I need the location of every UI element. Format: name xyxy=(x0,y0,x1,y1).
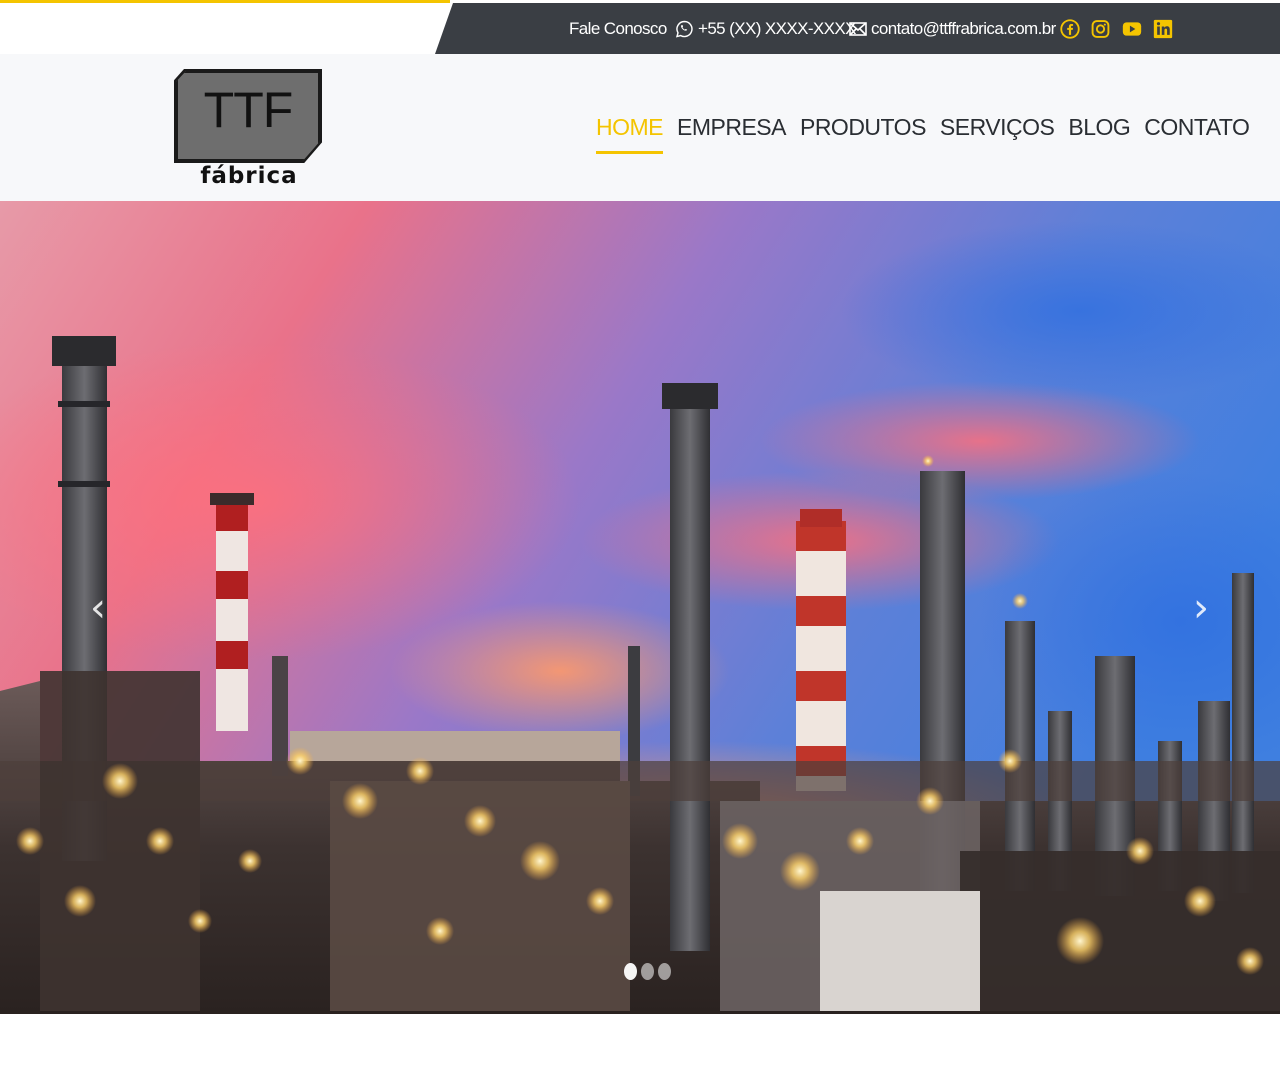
slider-prev-button[interactable]: ‹ xyxy=(83,585,113,631)
slider-indicators xyxy=(624,963,671,980)
slider-next-button[interactable]: › xyxy=(1186,585,1216,631)
youtube-icon[interactable] xyxy=(1121,17,1142,41)
fale-conosco-link[interactable]: Fale Conosco xyxy=(569,3,667,54)
nav-item-servicos[interactable]: SERVIÇOS xyxy=(940,54,1055,201)
linkedin-icon[interactable] xyxy=(1152,17,1173,41)
email-link[interactable]: contato@ttffrabrica.com.br xyxy=(849,3,1056,54)
nav-item-empresa[interactable]: EMPRESA xyxy=(677,54,786,201)
email-address: contato@ttffrabrica.com.br xyxy=(871,18,1056,38)
envelope-icon xyxy=(849,21,867,36)
slider-dot-2[interactable] xyxy=(641,963,654,980)
facebook-icon[interactable] xyxy=(1059,17,1080,41)
nav-item-blog[interactable]: BLOG xyxy=(1068,54,1130,201)
fale-conosco-label: Fale Conosco xyxy=(569,18,667,38)
main-nav: HOME EMPRESA PRODUTOS SERVIÇOS BLOG CONT… xyxy=(596,54,1250,201)
chevron-left-icon: ‹ xyxy=(90,585,106,631)
nav-item-contato[interactable]: CONTATO xyxy=(1144,54,1250,201)
chevron-right-icon: › xyxy=(1193,585,1209,631)
social-links xyxy=(1059,3,1173,54)
nav-item-home[interactable]: HOME xyxy=(596,54,664,201)
instagram-icon[interactable] xyxy=(1090,17,1111,41)
site-header: TTF fábrica HOME EMPRESA PRODUTOS SERVIÇ… xyxy=(0,54,1280,201)
hero-slider: ‹ › xyxy=(0,201,1280,1014)
phone-link[interactable]: +55 (XX) XXXX-XXXX xyxy=(675,3,856,54)
nav-item-produtos[interactable]: PRODUTOS xyxy=(800,54,926,201)
phone-number: +55 (XX) XXXX-XXXX xyxy=(698,18,856,38)
site-logo[interactable]: TTF fábrica xyxy=(174,69,324,189)
whatsapp-icon xyxy=(675,18,694,40)
top-contact-bar: Fale Conosco +55 (XX) XXXX-XXXX contato@… xyxy=(435,3,1280,54)
top-accent-line xyxy=(0,0,450,3)
slider-dot-1[interactable] xyxy=(624,963,637,980)
logo-sub-text: fábrica xyxy=(200,163,298,189)
content-area xyxy=(0,1014,1280,1080)
hero-image-refinery xyxy=(0,201,1280,1014)
slider-dot-3[interactable] xyxy=(658,963,671,980)
logo-main-text: TTF xyxy=(203,82,294,138)
